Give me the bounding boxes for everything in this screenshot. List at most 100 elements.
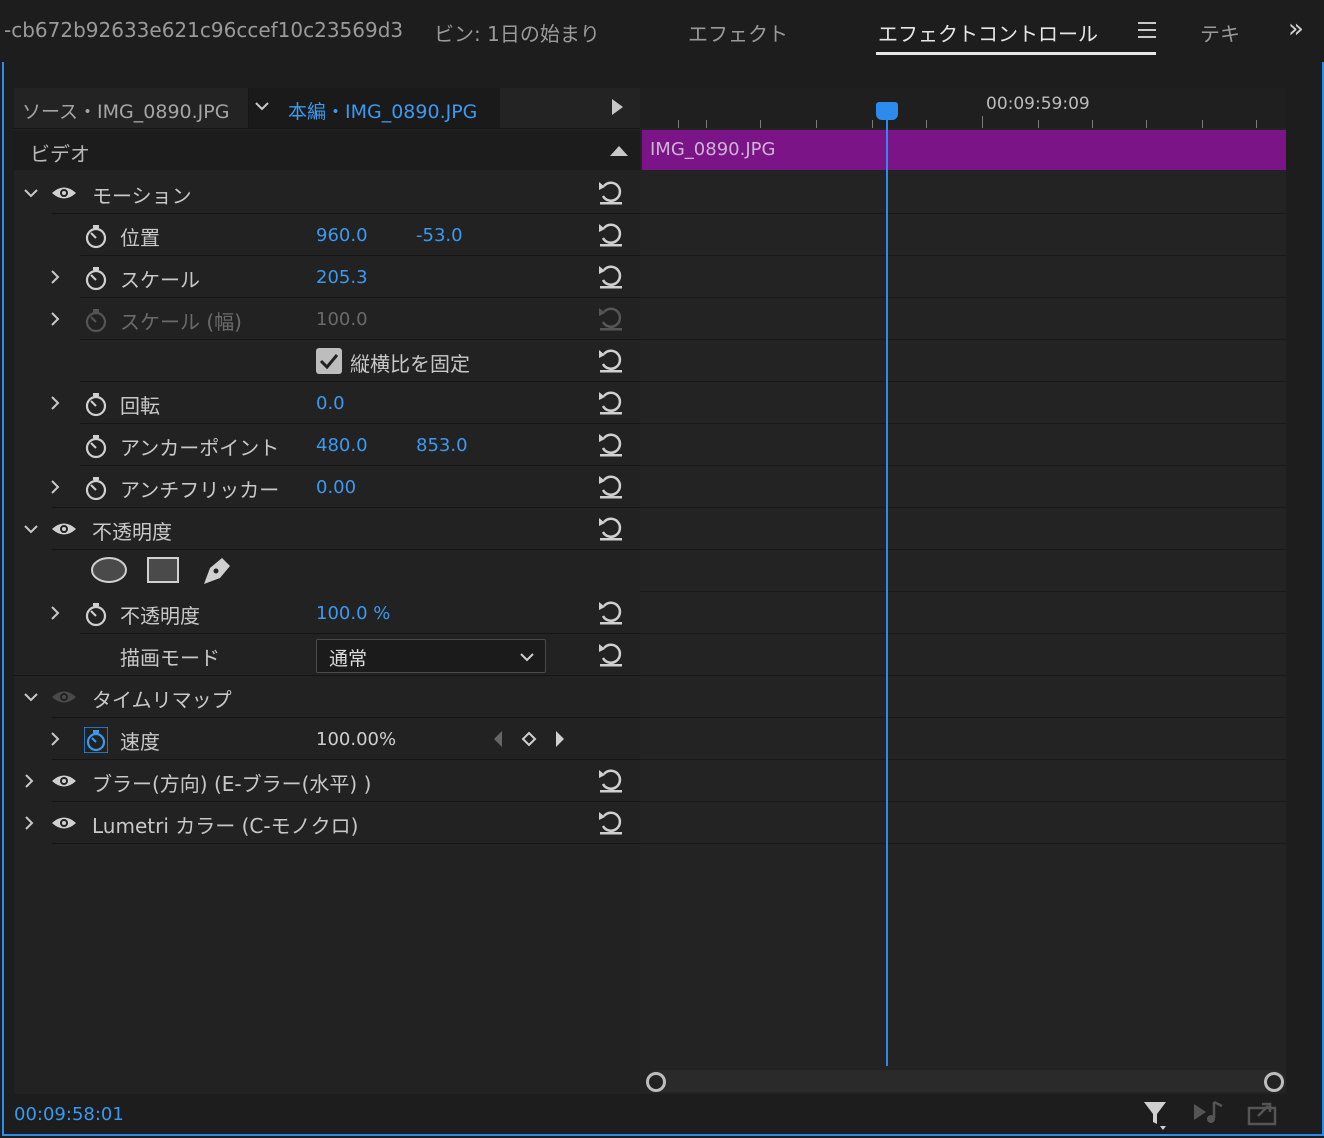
rotation-label: 回転 <box>120 394 160 418</box>
collapse-up-icon[interactable] <box>610 146 628 156</box>
reset-icon[interactable] <box>596 514 626 542</box>
tab-effect-controls[interactable]: エフェクトコントロール <box>878 18 1098 47</box>
opacity-value[interactable]: 100.0 % <box>316 603 390 624</box>
reset-icon[interactable] <box>596 640 626 668</box>
chevron-right-icon[interactable] <box>50 270 60 284</box>
reset-icon[interactable] <box>596 808 626 836</box>
chevron-right-icon[interactable] <box>50 732 60 746</box>
eye-icon[interactable] <box>50 772 78 790</box>
stopwatch-active-icon[interactable] <box>84 727 108 753</box>
reset-icon[interactable] <box>596 430 626 458</box>
stopwatch-icon[interactable] <box>84 265 108 291</box>
reset-icon[interactable] <box>596 220 626 248</box>
motion-effect-row: モーション <box>14 172 640 214</box>
blend-mode-select[interactable]: 通常 <box>316 639 546 673</box>
tab-overflow-icon[interactable]: » <box>1288 14 1304 44</box>
reset-icon[interactable] <box>596 346 626 374</box>
source-clip-label[interactable]: ソース・IMG_0890.JPG <box>22 97 229 124</box>
reset-icon <box>599 307 622 331</box>
tab-bin[interactable]: ビン: 1日の始まり <box>434 18 600 47</box>
chevron-right-icon[interactable] <box>50 606 60 620</box>
pen-mask-icon[interactable] <box>200 554 234 586</box>
speed-value[interactable]: 100.00% <box>316 729 396 750</box>
export-icon[interactable] <box>1246 1098 1280 1128</box>
stopwatch-icon[interactable] <box>84 391 108 417</box>
speed-label: 速度 <box>120 730 160 754</box>
video-section-label: ビデオ <box>30 142 90 166</box>
eye-icon[interactable] <box>50 520 78 538</box>
uniform-scale-row: 縦横比を固定 <box>14 340 640 382</box>
audio-playback-icon[interactable] <box>1192 1098 1226 1128</box>
chevron-down-icon <box>520 653 534 662</box>
lumetri-effect-label: Lumetri カラー (C-モノクロ) <box>92 814 359 838</box>
chevron-down-icon[interactable] <box>254 99 270 113</box>
lumetri-effect-row: Lumetri カラー (C-モノクロ) <box>14 802 640 844</box>
stopwatch-icon <box>85 309 107 333</box>
reset-icon[interactable] <box>596 262 626 290</box>
stopwatch-icon[interactable] <box>84 433 108 459</box>
current-timecode[interactable]: 00:09:58:01 <box>14 1104 124 1125</box>
position-label: 位置 <box>120 226 160 250</box>
anchor-x-value[interactable]: 480.0 <box>316 435 368 456</box>
active-tab-indicator <box>876 52 1156 55</box>
tab-text[interactable]: テキ <box>1200 18 1240 47</box>
chevron-down-icon[interactable] <box>24 692 38 702</box>
clip-name: IMG_0890.JPG <box>650 139 776 160</box>
eye-icon <box>52 691 76 703</box>
stopwatch-icon[interactable] <box>84 475 108 501</box>
play-icon[interactable] <box>612 99 623 115</box>
uniform-scale-checkbox[interactable] <box>316 348 342 374</box>
anchor-y-value[interactable]: 853.0 <box>416 435 468 456</box>
antiflicker-row: アンチフリッカー 0.00 <box>14 466 640 508</box>
ellipse-mask-icon[interactable] <box>90 556 128 584</box>
rotation-value[interactable]: 0.0 <box>316 393 345 414</box>
antiflicker-value[interactable]: 0.00 <box>316 477 356 498</box>
reset-icon[interactable] <box>596 178 626 206</box>
position-y-value[interactable]: -53.0 <box>416 225 463 246</box>
scrollbar-left-handle[interactable] <box>646 1072 666 1092</box>
position-x-value[interactable]: 960.0 <box>316 225 368 246</box>
time-remap-effect-row: タイムリマップ <box>14 676 640 718</box>
mask-tools-row <box>14 550 640 592</box>
chevron-right-icon[interactable] <box>50 480 60 494</box>
blend-mode-label: 描画モード <box>120 646 220 670</box>
stopwatch-icon[interactable] <box>84 601 108 627</box>
rectangle-mask-icon[interactable] <box>146 556 180 584</box>
reset-icon[interactable] <box>596 472 626 500</box>
playhead-line[interactable] <box>886 104 888 1066</box>
scale-value[interactable]: 205.3 <box>316 267 368 288</box>
opacity-param-label: 不透明度 <box>120 604 200 628</box>
scale-width-value: 100.0 <box>316 309 368 330</box>
chevron-right-icon[interactable] <box>24 816 34 830</box>
eye-icon[interactable] <box>50 184 78 202</box>
opacity-param-row: 不透明度 100.0 % <box>14 592 640 634</box>
opacity-effect-row: 不透明度 <box>14 508 640 550</box>
reset-icon[interactable] <box>596 766 626 794</box>
chevron-down-icon[interactable] <box>24 188 38 198</box>
chevron-right-icon[interactable] <box>24 774 34 788</box>
antiflicker-label: アンチフリッカー <box>120 478 280 502</box>
video-section-header: ビデオ <box>14 130 640 170</box>
keyframe-navigator[interactable] <box>490 729 574 749</box>
timeline-zoom-scrollbar[interactable] <box>646 1070 1286 1092</box>
tab-sequence-id[interactable]: -cb672b92633e621c96ccef10c23569d3 <box>4 18 403 42</box>
filter-icon[interactable] <box>1142 1098 1172 1132</box>
reset-icon[interactable] <box>596 388 626 416</box>
clip-bar[interactable]: IMG_0890.JPG <box>642 130 1286 170</box>
checkmark-icon <box>319 354 339 370</box>
chevron-right-icon[interactable] <box>50 396 60 410</box>
uniform-scale-label: 縦横比を固定 <box>350 352 470 376</box>
stopwatch-icon[interactable] <box>84 223 108 249</box>
time-ruler[interactable]: 00:09:59:09 <box>640 88 1286 128</box>
panel-menu-icon[interactable] <box>1138 22 1156 38</box>
tab-effects[interactable]: エフェクト <box>688 18 788 47</box>
chevron-down-icon[interactable] <box>24 524 38 534</box>
sequence-clip-label[interactable]: 本編・IMG_0890.JPG <box>288 97 477 124</box>
scrollbar-right-handle[interactable] <box>1264 1072 1284 1092</box>
blend-mode-value: 通常 <box>329 648 368 670</box>
chevron-right-icon[interactable] <box>50 312 60 326</box>
eye-icon[interactable] <box>50 814 78 832</box>
keyframe-timeline[interactable]: 00:09:59:09 IMG_0890.JPG <box>640 88 1286 1094</box>
speed-row: 速度 100.00% <box>14 718 640 760</box>
reset-icon[interactable] <box>596 598 626 626</box>
